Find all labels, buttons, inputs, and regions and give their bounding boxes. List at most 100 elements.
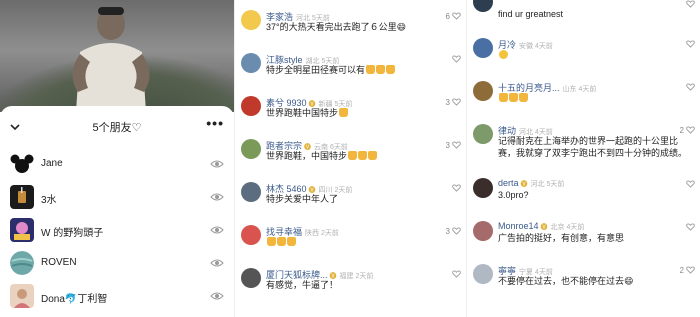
like-button[interactable]	[450, 55, 461, 64]
like-button[interactable]: 2	[680, 266, 695, 275]
art-avatar	[10, 218, 34, 242]
heart-icon[interactable]	[452, 12, 461, 20]
user-avatar[interactable]	[241, 10, 261, 30]
thumbs-up-icon	[348, 151, 358, 160]
comment-meta: 北京 4天前	[550, 224, 585, 231]
friends-sheet: 5个朋友♡ ••• Jane 3水 W 的野狗頭子 ROVEN Dona🐬丁利智	[0, 106, 234, 317]
comment-meta: 河北 5天前	[530, 181, 565, 188]
thumbs-up-icon	[287, 237, 296, 246]
comment-username[interactable]: Monroe14 🅥 北京 4天前	[498, 221, 584, 232]
user-avatar[interactable]	[473, 81, 493, 101]
like-button[interactable]	[450, 270, 461, 279]
user-avatar[interactable]	[473, 0, 493, 12]
like-button[interactable]	[684, 223, 695, 232]
friend-row[interactable]: Jane	[0, 150, 234, 180]
heart-icon[interactable]	[686, 126, 695, 134]
photo-avatar	[10, 284, 34, 308]
verified-badge-icon: 🅥	[540, 224, 548, 231]
like-count: 2	[679, 266, 684, 275]
comment-text	[498, 92, 528, 104]
user-avatar[interactable]	[241, 96, 261, 116]
comment-text: 世界跑鞋，中国特步	[266, 150, 378, 162]
thumbs-up-icon	[366, 65, 376, 74]
heart-icon[interactable]	[452, 141, 461, 149]
like-count: 3	[445, 227, 450, 236]
sheet-header: 5个朋友♡ •••	[0, 114, 234, 140]
video-frame[interactable]	[0, 0, 234, 112]
user-avatar[interactable]	[241, 225, 261, 245]
thumbs-up-icon	[509, 93, 518, 102]
heart-icon[interactable]	[686, 223, 695, 231]
user-avatar[interactable]	[241, 139, 261, 159]
eye-icon[interactable]	[210, 158, 224, 170]
sheet-title: 5个朋友♡	[92, 122, 142, 134]
eye-icon[interactable]	[210, 257, 224, 269]
user-avatar[interactable]	[241, 182, 261, 202]
friends-panel: 5个朋友♡ ••• Jane 3水 W 的野狗頭子 ROVEN Dona🐬丁利智	[0, 0, 234, 317]
thumbs-up-icon	[386, 65, 396, 74]
heart-icon[interactable]	[686, 266, 695, 274]
comment-text	[498, 49, 508, 61]
thumbs-up-icon	[368, 151, 378, 160]
friend-row[interactable]: ROVEN	[0, 249, 234, 279]
heart-icon[interactable]	[452, 55, 461, 63]
more-icon[interactable]: •••	[206, 115, 224, 131]
friend-name: ROVEN	[41, 257, 77, 268]
comment-text: find ur greatnest	[498, 9, 564, 19]
thumbs-up-icon	[277, 237, 286, 246]
comment-text: 世界跑鞋中国特步	[266, 107, 349, 119]
comment-text: 特步全明星田径赛可以有	[266, 64, 396, 76]
thumbs-up-icon	[376, 65, 386, 74]
like-button[interactable]: 2	[680, 126, 695, 135]
eye-icon[interactable]	[210, 224, 224, 236]
thumbs-up-icon	[499, 93, 508, 102]
friend-name: Jane	[41, 158, 63, 169]
comment-username[interactable]: derta 🅥 河北 5天前	[498, 178, 564, 189]
like-button[interactable]: 3	[446, 98, 461, 107]
friend-name: 3水	[41, 195, 57, 206]
comment-meta: 山东 4天前	[562, 86, 597, 93]
friend-row[interactable]: 3水	[0, 183, 234, 213]
friend-row[interactable]: W 的野狗頭子	[0, 216, 234, 246]
like-button[interactable]: 3	[446, 141, 461, 150]
like-button[interactable]	[684, 180, 695, 189]
heart-icon[interactable]	[686, 180, 695, 188]
thumbs-up-icon	[267, 237, 276, 246]
heart-icon[interactable]	[686, 40, 695, 48]
heart-icon[interactable]	[452, 270, 461, 278]
comment-text: 3.0pro?	[498, 190, 529, 200]
like-button[interactable]	[684, 83, 695, 92]
user-avatar[interactable]	[241, 268, 261, 288]
like-button[interactable]	[450, 184, 461, 193]
eye-icon[interactable]	[210, 191, 224, 203]
comment-text: 不要停在过去，也不能停在过去😄	[498, 276, 634, 286]
user-avatar[interactable]	[473, 124, 493, 144]
like-count: 2	[679, 126, 684, 135]
like-button[interactable]	[684, 0, 695, 9]
user-avatar[interactable]	[473, 38, 493, 58]
thumbs-up-icon	[339, 108, 349, 117]
user-avatar[interactable]	[473, 178, 493, 198]
user-avatar[interactable]	[473, 221, 493, 241]
heart-icon[interactable]	[686, 0, 695, 8]
like-button[interactable]: 6	[446, 12, 461, 21]
user-avatar[interactable]	[241, 53, 261, 73]
heart-icon[interactable]	[452, 227, 461, 235]
like-button[interactable]: 3	[446, 227, 461, 236]
like-count: 6	[445, 12, 450, 21]
comment-text: 特步关爱中年人了	[266, 194, 339, 204]
eye-icon[interactable]	[210, 290, 224, 302]
comment-text: 记得耐克在上海举办的世界一起跑的十公里比赛，我就穿了双李宁跑出不到四十分钟的成绩…	[498, 136, 688, 158]
heart-icon[interactable]	[686, 83, 695, 91]
heart-icon[interactable]	[452, 98, 461, 106]
thumbs-up-icon	[519, 93, 528, 102]
user-avatar[interactable]	[473, 264, 493, 284]
verified-badge-icon: 🅥	[520, 181, 528, 188]
friend-name: Dona🐬丁利智	[41, 294, 108, 305]
comment-meta: 陕西 2天前	[305, 230, 339, 237]
runner-figure	[72, 7, 150, 112]
friend-row[interactable]: Dona🐬丁利智	[0, 282, 234, 312]
comment-meta: 安徽 4天前	[519, 43, 553, 50]
heart-icon[interactable]	[452, 184, 461, 192]
like-button[interactable]	[684, 40, 695, 49]
